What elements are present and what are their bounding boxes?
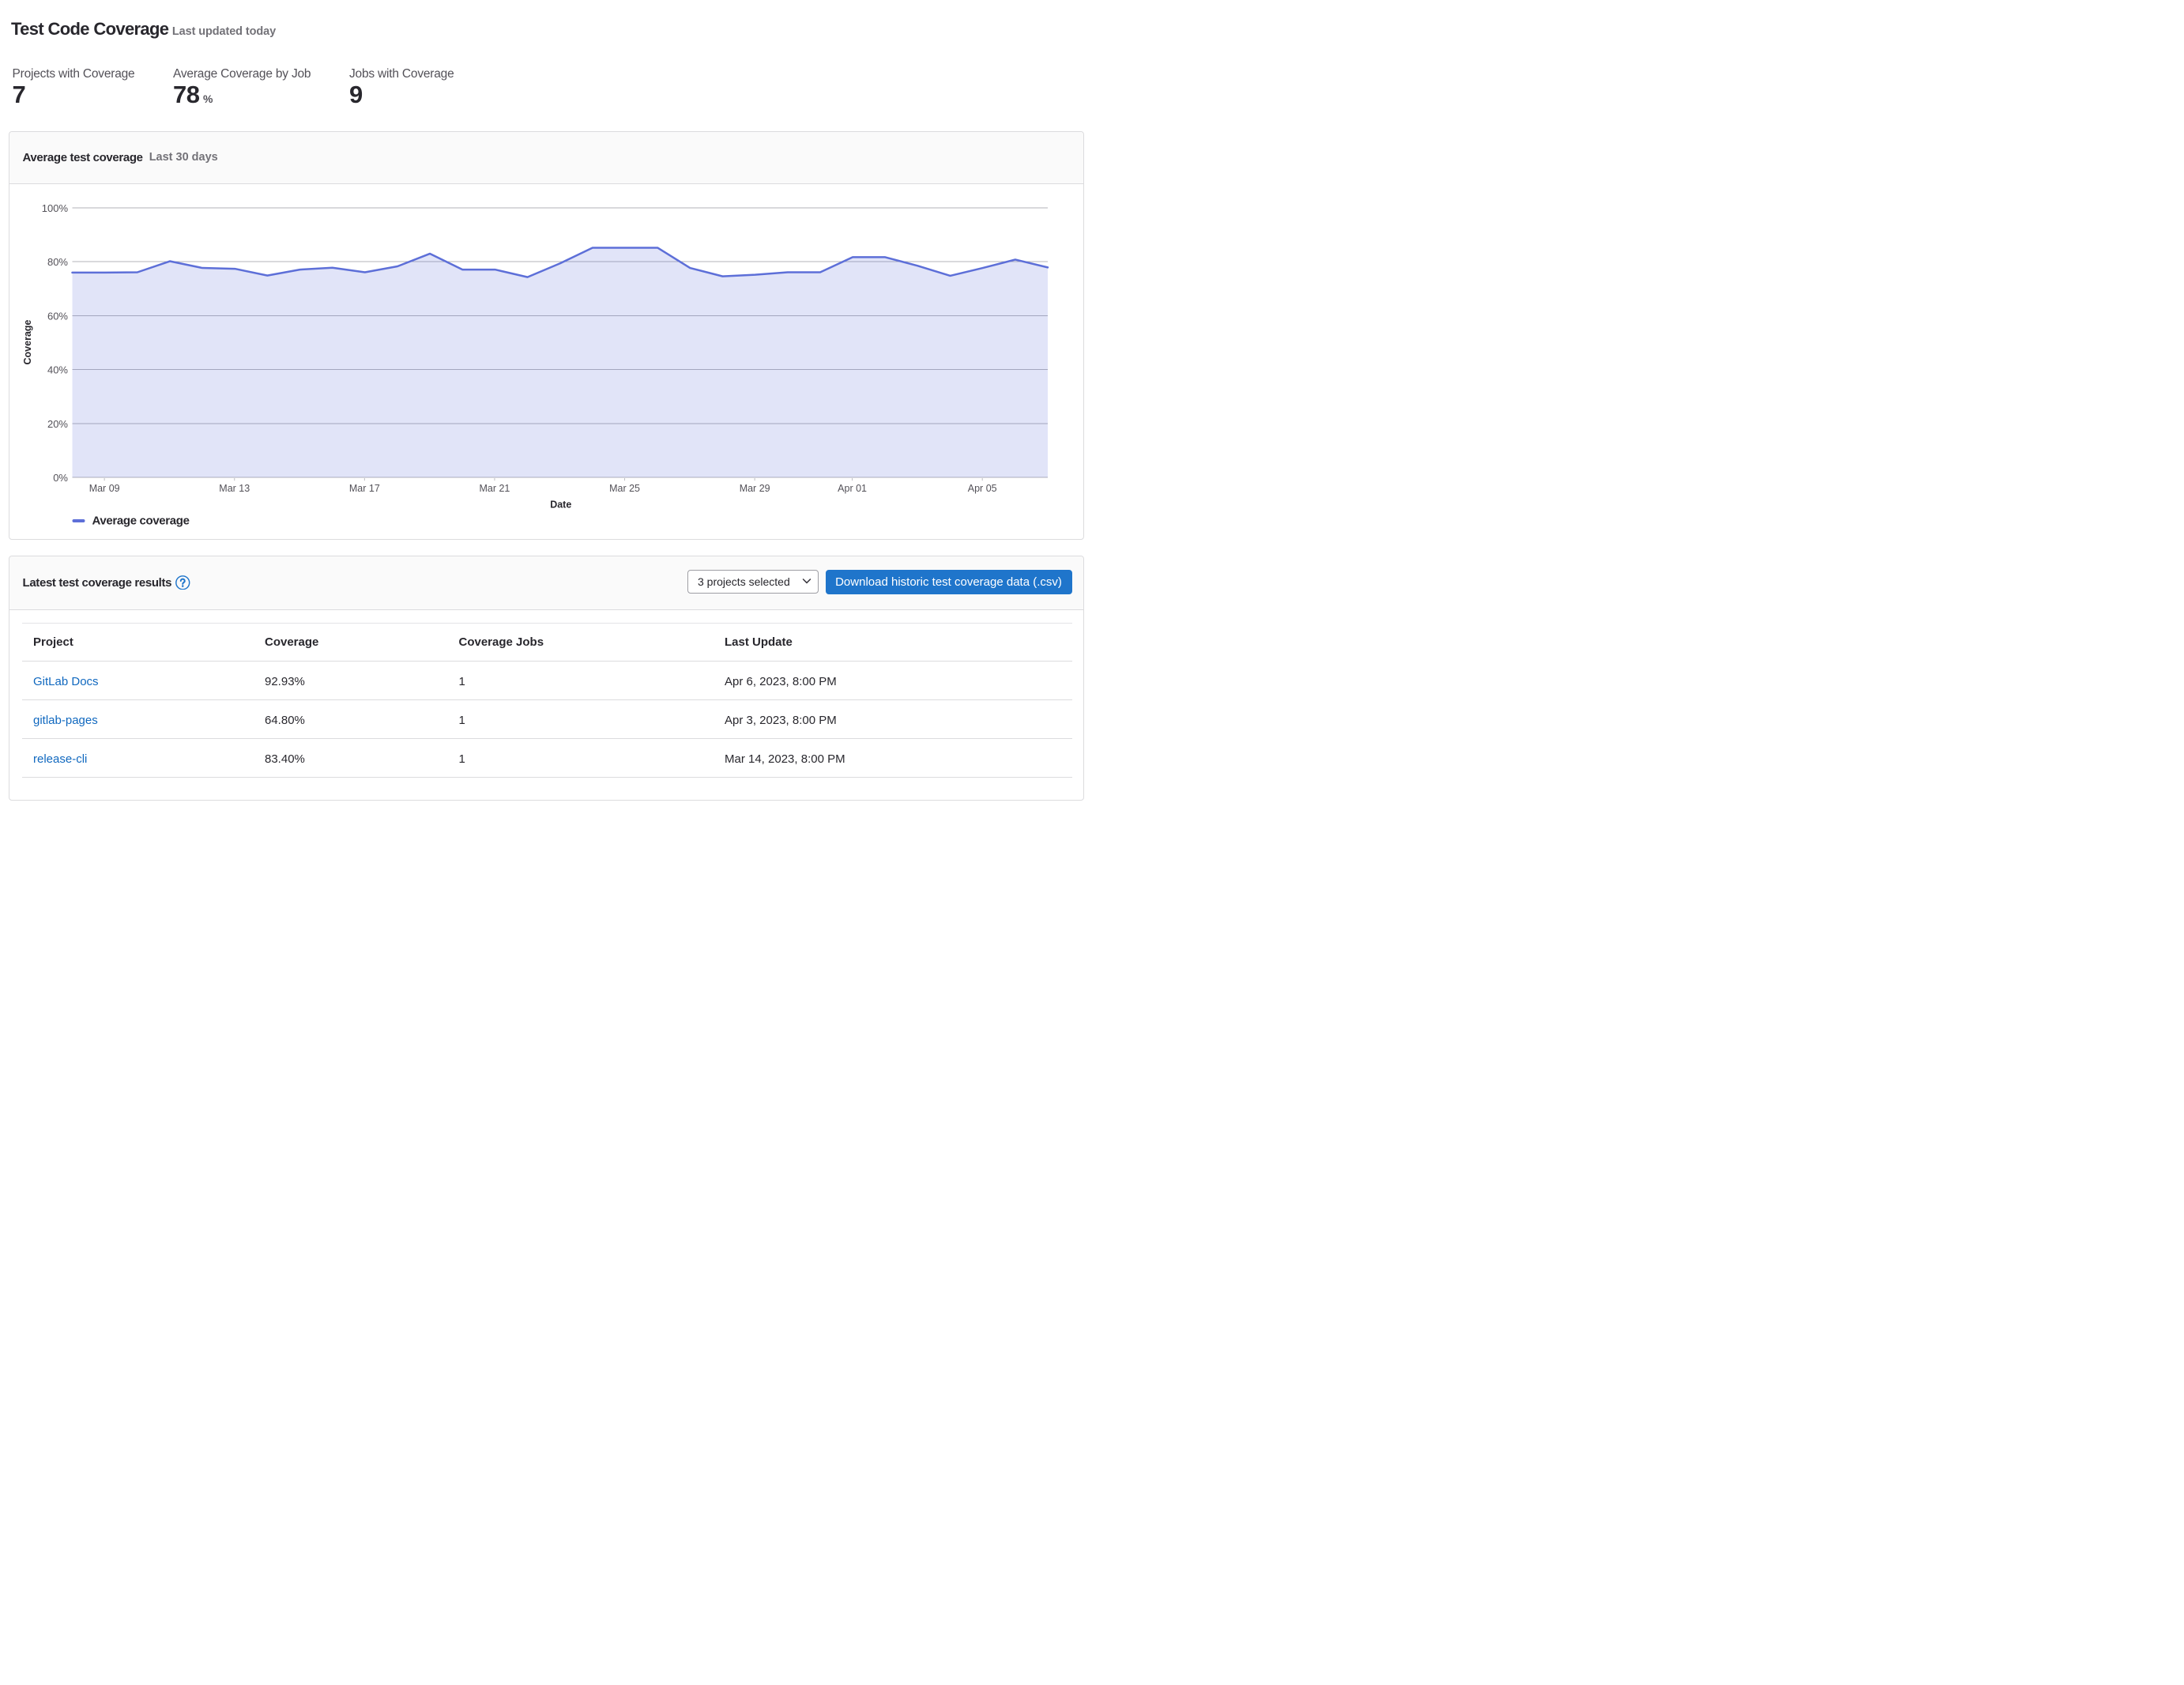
stat-value: 9 — [349, 82, 363, 107]
y-tick-label: 0% — [53, 472, 68, 484]
projects-select-label: 3 projects selected — [698, 575, 790, 588]
coverage-area-chart[interactable]: 0% 20% 40% 60% 80% 100% Mar 09 Mar 13 Mar 17 Mar … — [9, 184, 1085, 540]
page-header: Test Code Coverage Last updated today — [11, 18, 276, 40]
stat-average-coverage-by-job: Average Coverage by Job 78 % — [173, 68, 311, 107]
area-fill — [73, 247, 1049, 477]
average-test-coverage-card: Average test coverage Last 30 days 0% 20%… — [9, 131, 1084, 540]
x-axis-name: Date — [550, 499, 571, 510]
x-tick-label: Mar 09 — [89, 483, 120, 494]
jobs-cell: 1 — [447, 699, 714, 738]
results-card-header: Latest test coverage results 3 projects … — [9, 556, 1083, 610]
stat-unit: % — [203, 92, 213, 105]
download-csv-button[interactable]: Download historic test coverage data (.c… — [826, 570, 1072, 594]
y-tick-label: 20% — [47, 418, 68, 430]
projects-select-dropdown[interactable]: 3 projects selected — [687, 570, 819, 594]
stat-projects-with-coverage: Projects with Coverage 7 — [13, 68, 135, 107]
x-tick-label: Mar 17 — [349, 483, 380, 494]
stat-label: Projects with Coverage — [13, 68, 135, 81]
column-header-project: Project — [22, 623, 254, 661]
stat-label: Jobs with Coverage — [349, 68, 454, 81]
chart-card-header: Average test coverage Last 30 days — [9, 132, 1083, 184]
table-body: GitLab Docs92.93%1Apr 6, 2023, 8:00 PMgi… — [22, 661, 1073, 777]
y-tick-label: 60% — [47, 310, 68, 322]
y-tick-label: 80% — [47, 256, 68, 268]
coverage-chart: 0% 20% 40% 60% 80% 100% Mar 09 Mar 13 Mar 17 Mar … — [9, 184, 1083, 540]
jobs-cell: 1 — [447, 661, 714, 699]
coverage-cell: 64.80% — [254, 699, 448, 738]
y-tick-label: 40% — [47, 364, 68, 375]
x-tick-label: Mar 21 — [479, 483, 510, 494]
chevron-down-icon — [801, 575, 812, 589]
project-link[interactable]: gitlab-pages — [33, 714, 98, 727]
help-question-icon[interactable] — [175, 575, 190, 590]
x-tick-label: Mar 29 — [740, 483, 770, 494]
column-header-last-update: Last Update — [714, 623, 1073, 661]
table-header: ProjectCoverageCoverage JobsLast Update — [22, 623, 1073, 661]
page-title: Test Code Coverage — [11, 18, 168, 40]
chart-card-period: Last 30 days — [149, 151, 218, 164]
y-axis-name: Coverage — [22, 319, 33, 364]
last-update-cell: Apr 6, 2023, 8:00 PM — [714, 661, 1073, 699]
project-link[interactable]: release-cli — [33, 752, 87, 766]
column-header-coverage: Coverage — [254, 623, 448, 661]
chart-card-title: Average test coverage — [23, 151, 143, 164]
legend-label[interactable]: Average coverage — [92, 514, 190, 527]
x-tick-label: Mar 25 — [609, 483, 640, 494]
page-subtitle: Last updated today — [172, 25, 276, 38]
coverage-cell: 83.40% — [254, 738, 448, 777]
stat-label: Average Coverage by Job — [173, 68, 311, 81]
last-update-cell: Mar 14, 2023, 8:00 PM — [714, 738, 1073, 777]
coverage-results-table: ProjectCoverageCoverage JobsLast Update … — [22, 623, 1073, 778]
table-header-row: ProjectCoverageCoverage JobsLast Update — [22, 623, 1073, 661]
y-tick-label: 100% — [42, 202, 69, 214]
stat-value: 7 — [13, 82, 26, 107]
table-row: gitlab-pages 64.80%1Apr 3, 2023, 8:00 PM — [22, 699, 1073, 738]
latest-test-coverage-results-card: Latest test coverage results 3 projects … — [9, 556, 1084, 801]
table-row: GitLab Docs 92.93%1Apr 6, 2023, 8:00 PM — [22, 661, 1073, 699]
x-tick-label: Apr 05 — [968, 483, 997, 494]
legend-swatch[interactable] — [73, 519, 85, 522]
stat-jobs-with-coverage: Jobs with Coverage 9 — [349, 68, 454, 107]
x-tick-label: Mar 13 — [219, 483, 250, 494]
jobs-cell: 1 — [447, 738, 714, 777]
coverage-cell: 92.93% — [254, 661, 448, 699]
project-link[interactable]: GitLab Docs — [33, 675, 99, 688]
table-row: release-cli 83.40%1Mar 14, 2023, 8:00 PM — [22, 738, 1073, 777]
column-header-coverage-jobs: Coverage Jobs — [447, 623, 714, 661]
x-tick-label: Apr 01 — [838, 483, 867, 494]
last-update-cell: Apr 3, 2023, 8:00 PM — [714, 699, 1073, 738]
results-card-title: Latest test coverage results — [23, 576, 172, 590]
stat-value: 78 — [173, 82, 199, 107]
